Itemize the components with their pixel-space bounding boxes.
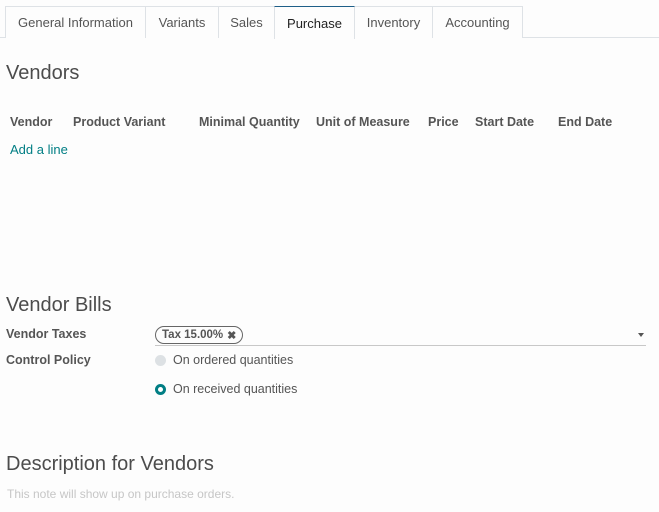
tab-sales[interactable]: Sales <box>218 6 275 38</box>
column-header-unit-of-measure[interactable]: Unit of Measure <box>316 115 410 129</box>
column-header-product-variant[interactable]: Product Variant <box>73 115 165 129</box>
control-policy-label: Control Policy <box>6 353 91 367</box>
notebook-tabs: General Information Variants Sales Purch… <box>0 0 659 39</box>
tab-label: Purchase <box>287 15 342 31</box>
tab-label: Accounting <box>445 15 510 30</box>
column-header-vendor[interactable]: Vendor <box>10 115 52 129</box>
tab-label: Sales <box>230 15 263 30</box>
column-header-start-date[interactable]: Start Date <box>475 115 534 129</box>
radio-label: On ordered quantities <box>173 353 294 367</box>
vendor-bills-heading: Vendor Bills <box>6 294 112 316</box>
tab-accounting[interactable]: Accounting <box>432 6 523 38</box>
tab-label: Inventory <box>366 15 421 30</box>
column-header-end-date[interactable]: End Date <box>558 115 612 129</box>
vendor-taxes-label: Vendor Taxes <box>6 327 87 341</box>
tab-label: Variants <box>158 15 206 30</box>
description-for-vendors-field[interactable]: This note will show up on purchase order… <box>7 487 234 501</box>
tab-variants[interactable]: Variants <box>145 6 219 38</box>
radio-unchecked-icon[interactable] <box>155 354 166 366</box>
tax-tag-label: Tax 15.00% <box>162 329 224 341</box>
radio-on-ordered-quantities[interactable]: On ordered quantities <box>155 353 293 367</box>
description-for-vendors-heading: Description for Vendors <box>6 453 214 475</box>
add-a-line-link[interactable]: Add a line <box>10 142 68 157</box>
tax-tag: Tax 15.00% ✖ <box>155 326 244 344</box>
column-header-minimal-quantity[interactable]: Minimal Quantity <box>199 115 300 129</box>
close-icon[interactable]: ✖ <box>227 329 236 342</box>
dropdown-caret-icon[interactable] <box>638 333 644 337</box>
column-header-price[interactable]: Price <box>428 115 459 129</box>
tab-label: General Information <box>18 15 133 30</box>
radio-on-received-quantities[interactable]: On received quantities <box>155 382 297 396</box>
radio-label: On received quantities <box>173 382 298 396</box>
radio-checked-icon[interactable] <box>155 383 166 395</box>
tab-general-information[interactable]: General Information <box>5 6 146 38</box>
tab-inventory[interactable]: Inventory <box>354 6 433 38</box>
vendors-heading: Vendors <box>6 62 80 84</box>
tab-purchase[interactable]: Purchase <box>274 6 355 39</box>
vendor-taxes-input[interactable]: Tax 15.00% ✖ <box>155 325 646 346</box>
